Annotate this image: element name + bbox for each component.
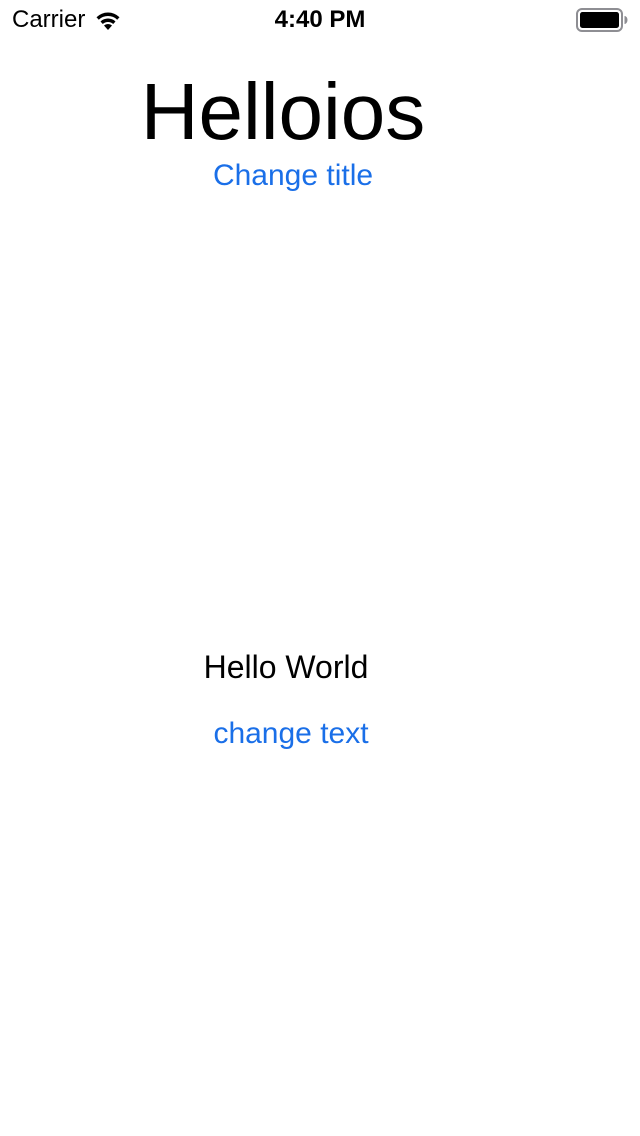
page-title: Helloios [140,67,426,156]
change-title-button[interactable]: Change title [0,158,586,194]
message-label: Hello World [203,649,369,685]
status-bar: Carrier 4:40 PM [0,0,640,40]
status-time: 4:40 PM [274,6,366,33]
change-text-button[interactable]: change text [0,716,582,752]
battery-icon [576,8,628,32]
